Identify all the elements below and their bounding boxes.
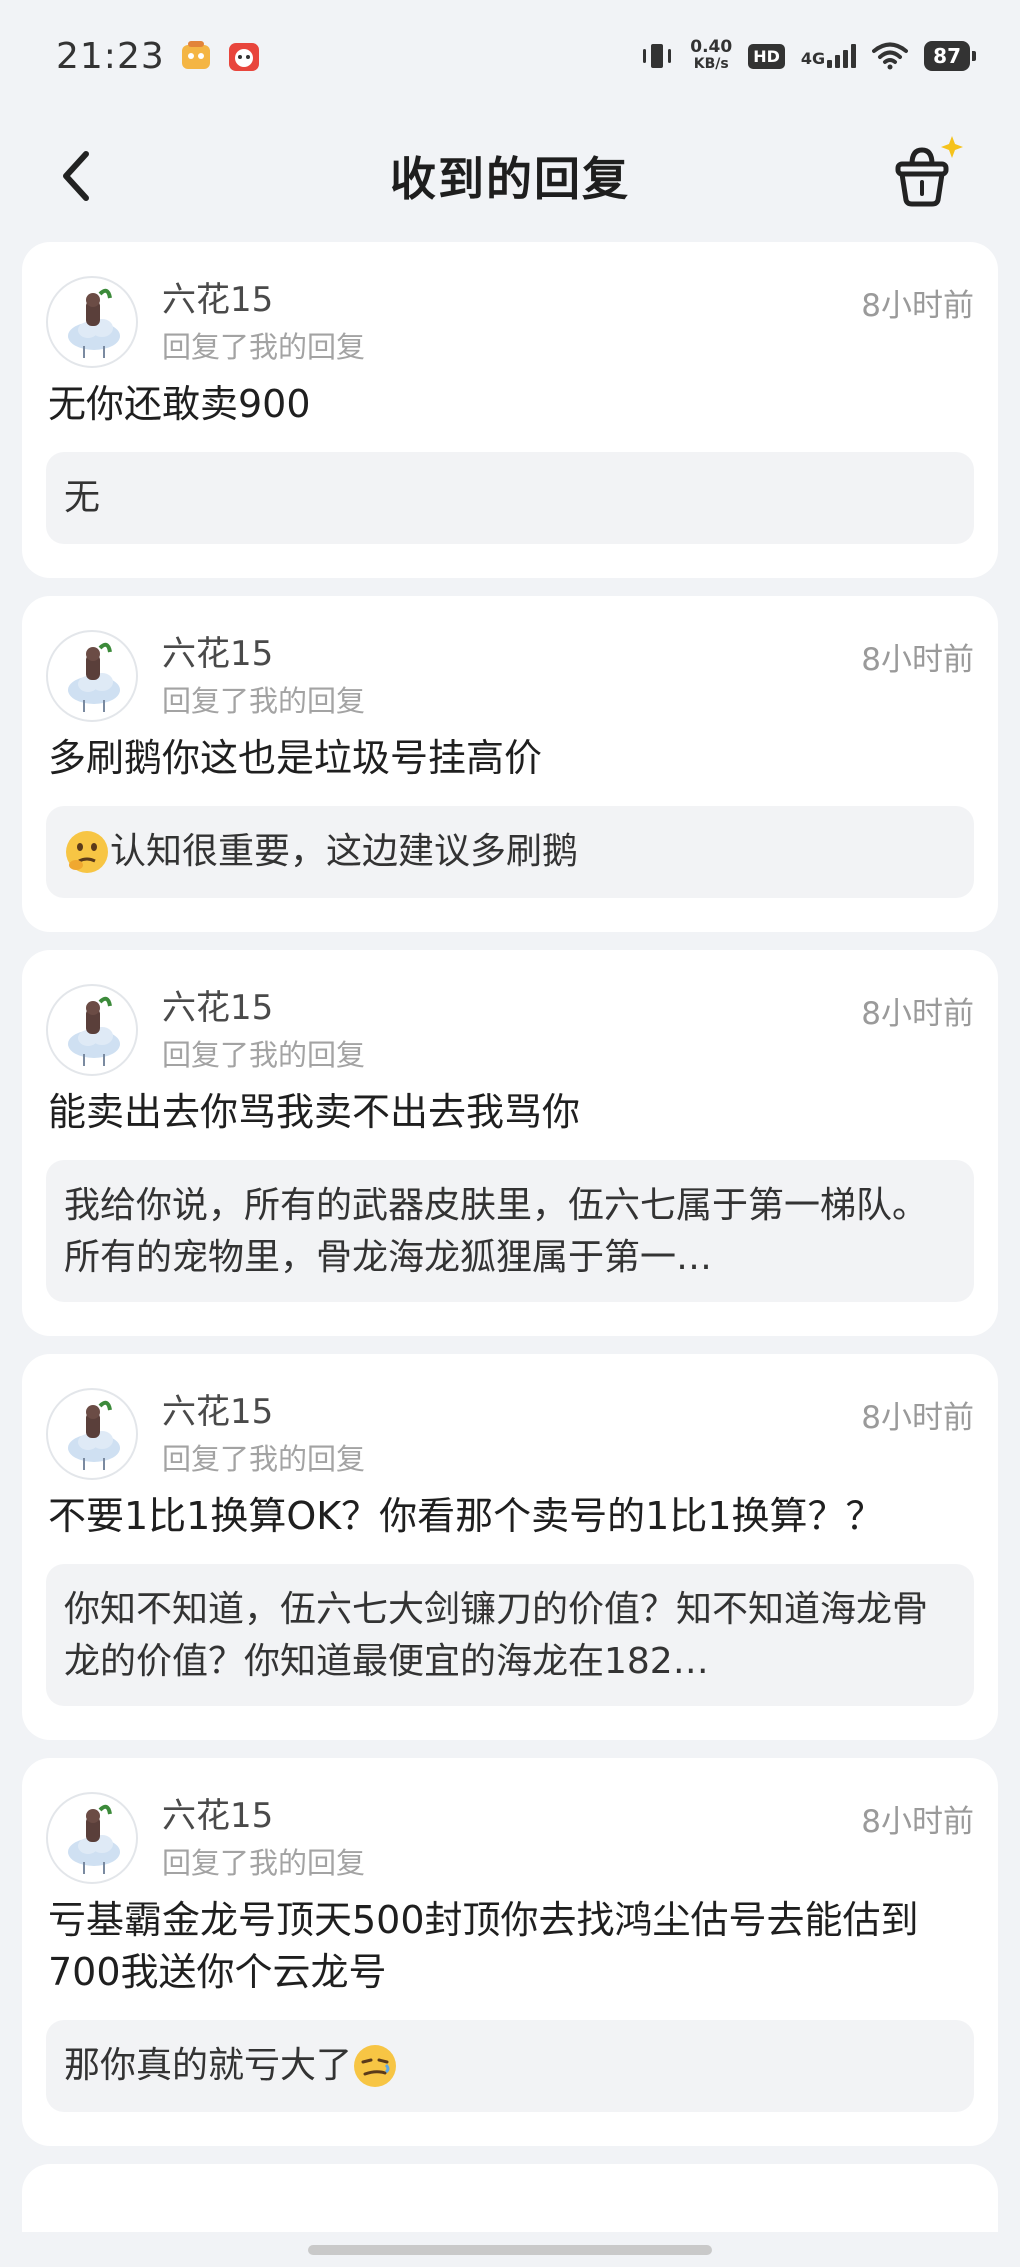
reply-card[interactable]: 六花15 回复了我的回复 8小时前 多刷鹅你这也是垃圾号挂高价 认知很重要，这边… — [22, 596, 998, 932]
reply-text: 无你还敢卖900 — [48, 382, 311, 426]
username[interactable]: 六花15 — [162, 632, 974, 676]
reply-action: 回复了我的回复 — [162, 684, 366, 718]
avatar[interactable] — [46, 984, 138, 1076]
basket-button[interactable] — [888, 132, 968, 212]
username[interactable]: 六花15 — [162, 1794, 974, 1838]
page-header: 收到的回复 — [0, 112, 1020, 240]
reply-card[interactable]: 六花15 回复了我的回复 8小时前 能卖出去你骂我卖不出去我骂你 我给你说，所有… — [22, 950, 998, 1336]
vibrate-icon — [643, 44, 672, 68]
timestamp: 8小时前 — [861, 642, 974, 678]
page-title: 收到的回复 — [390, 152, 630, 206]
timestamp: 8小时前 — [861, 1400, 974, 1436]
battery-indicator: 87 — [924, 41, 976, 71]
reply-text: 多刷鹅你这也是垃圾号挂高价 — [48, 736, 543, 780]
reply-card[interactable]: 六花15 回复了我的回复 8小时前 亏基霸金龙号顶天500封顶你去找鸿尘估号去能… — [22, 1758, 998, 2146]
reply-list: 六花15 回复了我的回复 8小时前 无你还敢卖900 无 六花15 回复了我的回… — [22, 242, 998, 2232]
username[interactable]: 六花15 — [162, 1390, 974, 1434]
quoted-reply[interactable]: 那你真的就亏大了 — [46, 2020, 974, 2112]
reply-text: 能卖出去你骂我卖不出去我骂你 — [48, 1090, 581, 1134]
reply-action: 回复了我的回复 — [162, 1038, 366, 1072]
net-speed-unit: KB/s — [693, 56, 729, 72]
net-speed-value: 0.40 — [690, 37, 733, 57]
avatar[interactable] — [46, 276, 138, 368]
reply-action: 回复了我的回复 — [162, 1442, 366, 1476]
user-meta: 六花15 回复了我的回复 — [162, 276, 974, 372]
avatar[interactable] — [46, 1388, 138, 1480]
username[interactable]: 六花15 — [162, 986, 974, 1030]
avatar[interactable] — [46, 630, 138, 722]
quoted-text: 我给你说，所有的武器皮肤里，伍六七属于第一梯队。所有的宠物里，骨龙海龙狐狸属于第… — [64, 1185, 929, 1278]
quoted-text: 那你真的就亏大了 — [64, 2045, 353, 2086]
signal-bars-icon — [827, 44, 857, 68]
quoted-reply[interactable]: 我给你说，所有的武器皮肤里，伍六七属于第一梯队。所有的宠物里，骨龙海龙狐狸属于第… — [46, 1160, 974, 1302]
card-header: 六花15 回复了我的回复 — [46, 1388, 974, 1484]
quoted-reply[interactable]: 认知很重要，这边建议多刷鹅 — [46, 806, 974, 898]
smirk-face-emoji — [352, 2043, 398, 2089]
card-header: 六花15 回复了我的回复 — [46, 630, 974, 726]
username[interactable]: 六花15 — [162, 278, 974, 322]
user-meta: 六花15 回复了我的回复 — [162, 984, 974, 1080]
timestamp: 8小时前 — [861, 288, 974, 324]
app-notification-icon-2 — [227, 39, 261, 73]
status-right: 0.40 KB/s HD 4G 87 — [640, 39, 976, 73]
chevron-left-icon — [63, 151, 89, 201]
user-meta: 六花15 回复了我的回复 — [162, 1792, 974, 1888]
net-speed: 0.40 KB/s — [690, 39, 732, 73]
thinking-face-emoji — [64, 829, 110, 875]
reply-card[interactable]: 六花15 回复了我的回复 8小时前 不要1比1换算OK？你看那个卖号的1比1换算… — [22, 1354, 998, 1740]
network-type: 4G — [800, 49, 826, 68]
reply-text: 不要1比1换算OK？你看那个卖号的1比1换算？？ — [48, 1494, 884, 1538]
user-meta: 六花15 回复了我的回复 — [162, 630, 974, 726]
quoted-text: 认知很重要，这边建议多刷鹅 — [110, 831, 579, 872]
timestamp: 8小时前 — [861, 996, 974, 1032]
reply-action: 回复了我的回复 — [162, 330, 366, 364]
card-header: 六花15 回复了我的回复 — [46, 984, 974, 1080]
status-left: 21:23 — [56, 36, 261, 77]
avatar[interactable] — [46, 1792, 138, 1884]
user-meta: 六花15 回复了我的回复 — [162, 1388, 974, 1484]
app-notification-icon — [179, 39, 213, 73]
reply-text: 亏基霸金龙号顶天500封顶你去找鸿尘估号去能估到700我送你个云龙号 — [48, 1898, 919, 1994]
hd-badge: HD — [748, 43, 785, 69]
wifi-icon — [872, 42, 909, 70]
home-indicator[interactable] — [308, 2245, 712, 2255]
quoted-reply[interactable]: 你知不知道，伍六七大剑镰刀的价值？知不知道海龙骨龙的价值？你知道最便宜的海龙在1… — [46, 1564, 974, 1706]
status-time: 21:23 — [56, 35, 165, 77]
status-bar: 21:23 0.40 KB/s HD 4G 87 — [0, 0, 1020, 112]
quoted-reply[interactable]: 无 — [46, 452, 974, 544]
quoted-text: 无 — [64, 477, 101, 518]
signal-indicator: 4G — [800, 44, 857, 68]
timestamp: 8小时前 — [861, 1804, 974, 1840]
basket-sparkle-icon — [895, 136, 963, 207]
quoted-text: 你知不知道，伍六七大剑镰刀的价值？知不知道海龙骨龙的价值？你知道最便宜的海龙在1… — [64, 1589, 929, 1682]
card-header: 六花15 回复了我的回复 — [46, 276, 974, 372]
back-button[interactable] — [56, 140, 116, 212]
reply-card-partial[interactable] — [22, 2164, 998, 2232]
reply-card[interactable]: 六花15 回复了我的回复 8小时前 无你还敢卖900 无 — [22, 242, 998, 578]
card-header: 六花15 回复了我的回复 — [46, 1792, 974, 1888]
reply-action: 回复了我的回复 — [162, 1846, 366, 1880]
